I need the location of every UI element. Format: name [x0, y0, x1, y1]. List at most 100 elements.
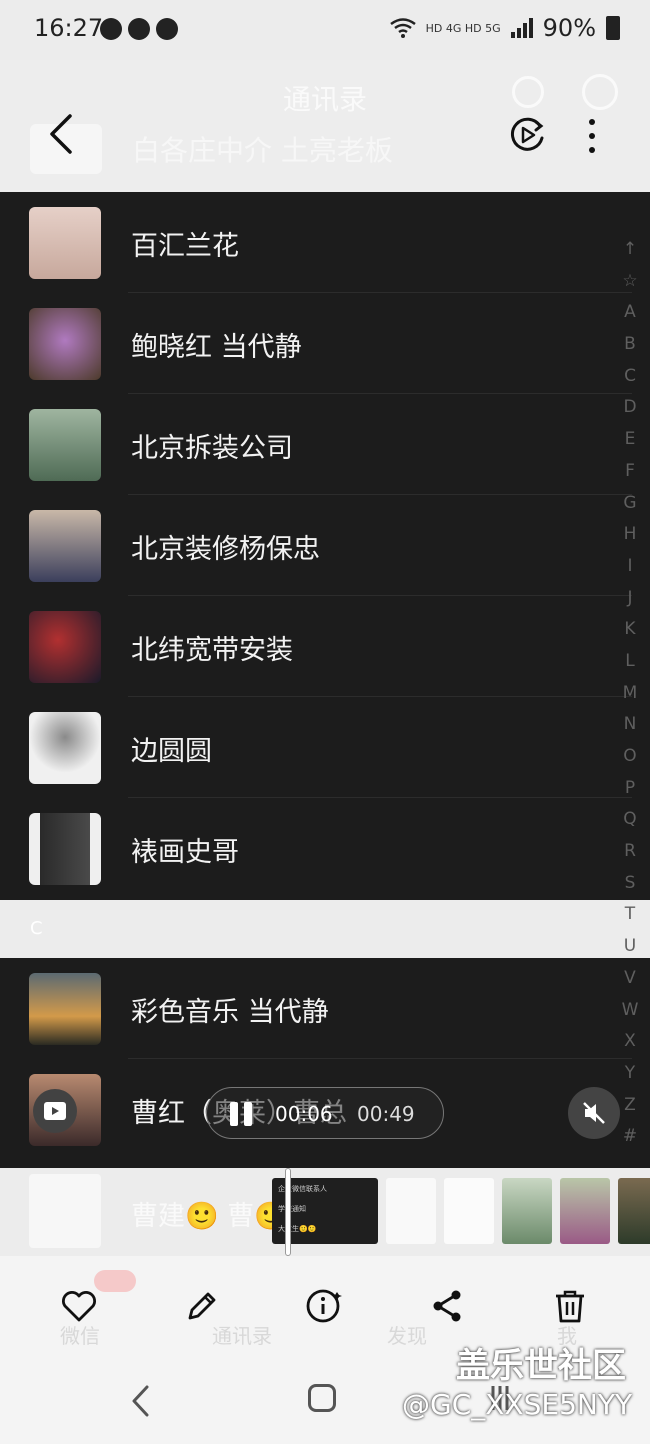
contact-row[interactable]: 边圆圆: [0, 697, 650, 798]
ghost-avatar: [29, 1174, 101, 1248]
index-letter[interactable]: V: [624, 963, 636, 995]
avatar: [29, 207, 101, 279]
details-info-icon[interactable]: [304, 1286, 344, 1326]
avatar: [29, 409, 101, 481]
thumbnail-strip: 曹建🙂 曹🙂 企业微信联系人 学校通知 大红生🙂🙂: [0, 1168, 650, 1256]
thumbnail[interactable]: [444, 1178, 494, 1244]
index-letter[interactable]: T: [625, 899, 635, 931]
contact-name: 北纬宽带安装: [131, 635, 293, 666]
avatar: [29, 308, 101, 380]
index-letter[interactable]: E: [625, 424, 636, 456]
index-letter[interactable]: B: [624, 329, 636, 361]
notification-icons: [100, 18, 178, 40]
index-letter[interactable]: L: [625, 646, 634, 678]
watermark-brand: 盖乐世社区: [456, 1346, 626, 1386]
index-letter[interactable]: Q: [623, 804, 636, 836]
blocked-icon: [156, 18, 178, 40]
contact-name: 百汇兰花: [131, 231, 239, 262]
index-letter[interactable]: K: [624, 614, 635, 646]
index-letter[interactable]: F: [625, 456, 635, 488]
index-letter[interactable]: O: [623, 741, 636, 773]
index-letter[interactable]: A: [624, 297, 636, 329]
contact-name: 鲍晓红 当代静: [131, 332, 302, 363]
avatar: [29, 510, 101, 582]
index-letter[interactable]: H: [624, 519, 637, 551]
wifi-icon: [389, 18, 416, 38]
thumbnail-text: 大红生🙂🙂: [278, 1225, 317, 1233]
shopping-bag-icon: [128, 18, 150, 40]
index-letter[interactable]: P: [625, 773, 635, 805]
index-letter[interactable]: W: [622, 995, 639, 1027]
mute-icon: [583, 1102, 605, 1124]
index-letter[interactable]: S: [625, 868, 636, 900]
index-letter[interactable]: D: [623, 392, 636, 424]
ghost-add-icon: [582, 74, 618, 110]
share-icon[interactable]: [427, 1286, 467, 1326]
video-play-icon: [44, 1102, 66, 1120]
avatar: [29, 813, 101, 885]
ghost-contact-name: 白各庄中介 土亮老板: [132, 134, 393, 167]
pause-icon[interactable]: [229, 1102, 253, 1126]
video-player-pill: 00:06 00:49: [206, 1087, 444, 1139]
battery-percent: 90%: [542, 14, 596, 42]
alphabet-index[interactable]: ↑ ☆ A B C D E F G H I J K L M N O P Q R S T U V W X Y Z #: [614, 234, 646, 1153]
motion-photo-icon[interactable]: [508, 116, 546, 154]
thumbnail[interactable]: [618, 1178, 650, 1244]
nav-back-icon[interactable]: [130, 1384, 150, 1418]
ghost-page-title: 通讯录: [282, 83, 367, 116]
thumbnail[interactable]: [502, 1178, 552, 1244]
video-mode-button[interactable]: [33, 1089, 77, 1133]
avatar: [29, 973, 101, 1045]
network-label: HD 4G HD 5G: [425, 21, 501, 35]
ghost-contact-row: 白各庄中介 土亮老板: [30, 124, 393, 174]
contact-row[interactable]: 裱画史哥: [0, 798, 650, 899]
chat-notification-icon: [100, 18, 122, 40]
thumbnail[interactable]: [386, 1178, 436, 1244]
favorite-heart-icon[interactable]: [59, 1286, 99, 1326]
current-time: 00:06: [275, 1102, 333, 1126]
unread-badge: [94, 1270, 136, 1292]
thumbnail[interactable]: [560, 1178, 610, 1244]
contact-row[interactable]: 北京装修杨保忠: [0, 495, 650, 596]
thumbnails: 企业微信联系人 学校通知 大红生🙂🙂: [272, 1178, 650, 1244]
contact-row[interactable]: 彩色音乐 当代静: [0, 958, 650, 1059]
index-letter[interactable]: I: [627, 551, 632, 583]
contact-row[interactable]: 北京拆装公司: [0, 394, 650, 495]
section-letter: C: [30, 918, 43, 939]
contact-name: 裱画史哥: [131, 837, 239, 868]
contact-row[interactable]: 百汇兰花: [0, 192, 650, 293]
edit-pencil-icon[interactable]: [182, 1286, 222, 1326]
index-letter[interactable]: ☆: [622, 266, 637, 298]
total-time: 00:49: [357, 1102, 415, 1126]
back-arrow-icon[interactable]: [44, 112, 78, 156]
index-letter[interactable]: N: [624, 709, 637, 741]
index-letter[interactable]: C: [624, 361, 636, 393]
index-letter[interactable]: G: [623, 488, 636, 520]
index-letter[interactable]: J: [627, 583, 632, 615]
avatar: [29, 611, 101, 683]
contact-row[interactable]: 鲍晓红 当代静: [0, 293, 650, 394]
index-letter[interactable]: R: [624, 836, 636, 868]
index-letter[interactable]: ↑: [623, 234, 637, 266]
status-bar: 16:27 HD 4G HD 5G 90%: [0, 0, 650, 60]
avatar: [29, 712, 101, 784]
scrub-cursor[interactable]: [285, 1168, 291, 1256]
ghost-search-icon: [512, 76, 544, 108]
contact-row[interactable]: 北纬宽带安装: [0, 596, 650, 697]
index-letter[interactable]: X: [624, 1026, 636, 1058]
delete-trash-icon[interactable]: [550, 1286, 590, 1326]
contact-name: 彩色音乐 当代静: [131, 997, 329, 1028]
contact-list: 百汇兰花 鲍晓红 当代静 北京拆装公司 北京装修杨保忠 北纬宽带安装 边圆圆 裱…: [0, 192, 650, 899]
index-letter[interactable]: U: [624, 931, 636, 963]
index-letter[interactable]: Z: [624, 1090, 636, 1122]
thumbnail-text: 学校通知: [278, 1205, 306, 1213]
ghost-contact-name: 曹建🙂 曹🙂: [131, 1201, 288, 1232]
index-letter[interactable]: Y: [625, 1058, 635, 1090]
mute-button[interactable]: [568, 1087, 620, 1139]
watermark-id: @GC_XXSE5NYY: [402, 1388, 633, 1421]
index-letter[interactable]: M: [623, 678, 638, 710]
contact-name: 北京拆装公司: [131, 433, 293, 464]
index-letter[interactable]: #: [623, 1121, 637, 1153]
more-options-icon[interactable]: [582, 116, 602, 156]
nav-home-icon[interactable]: [308, 1384, 336, 1412]
